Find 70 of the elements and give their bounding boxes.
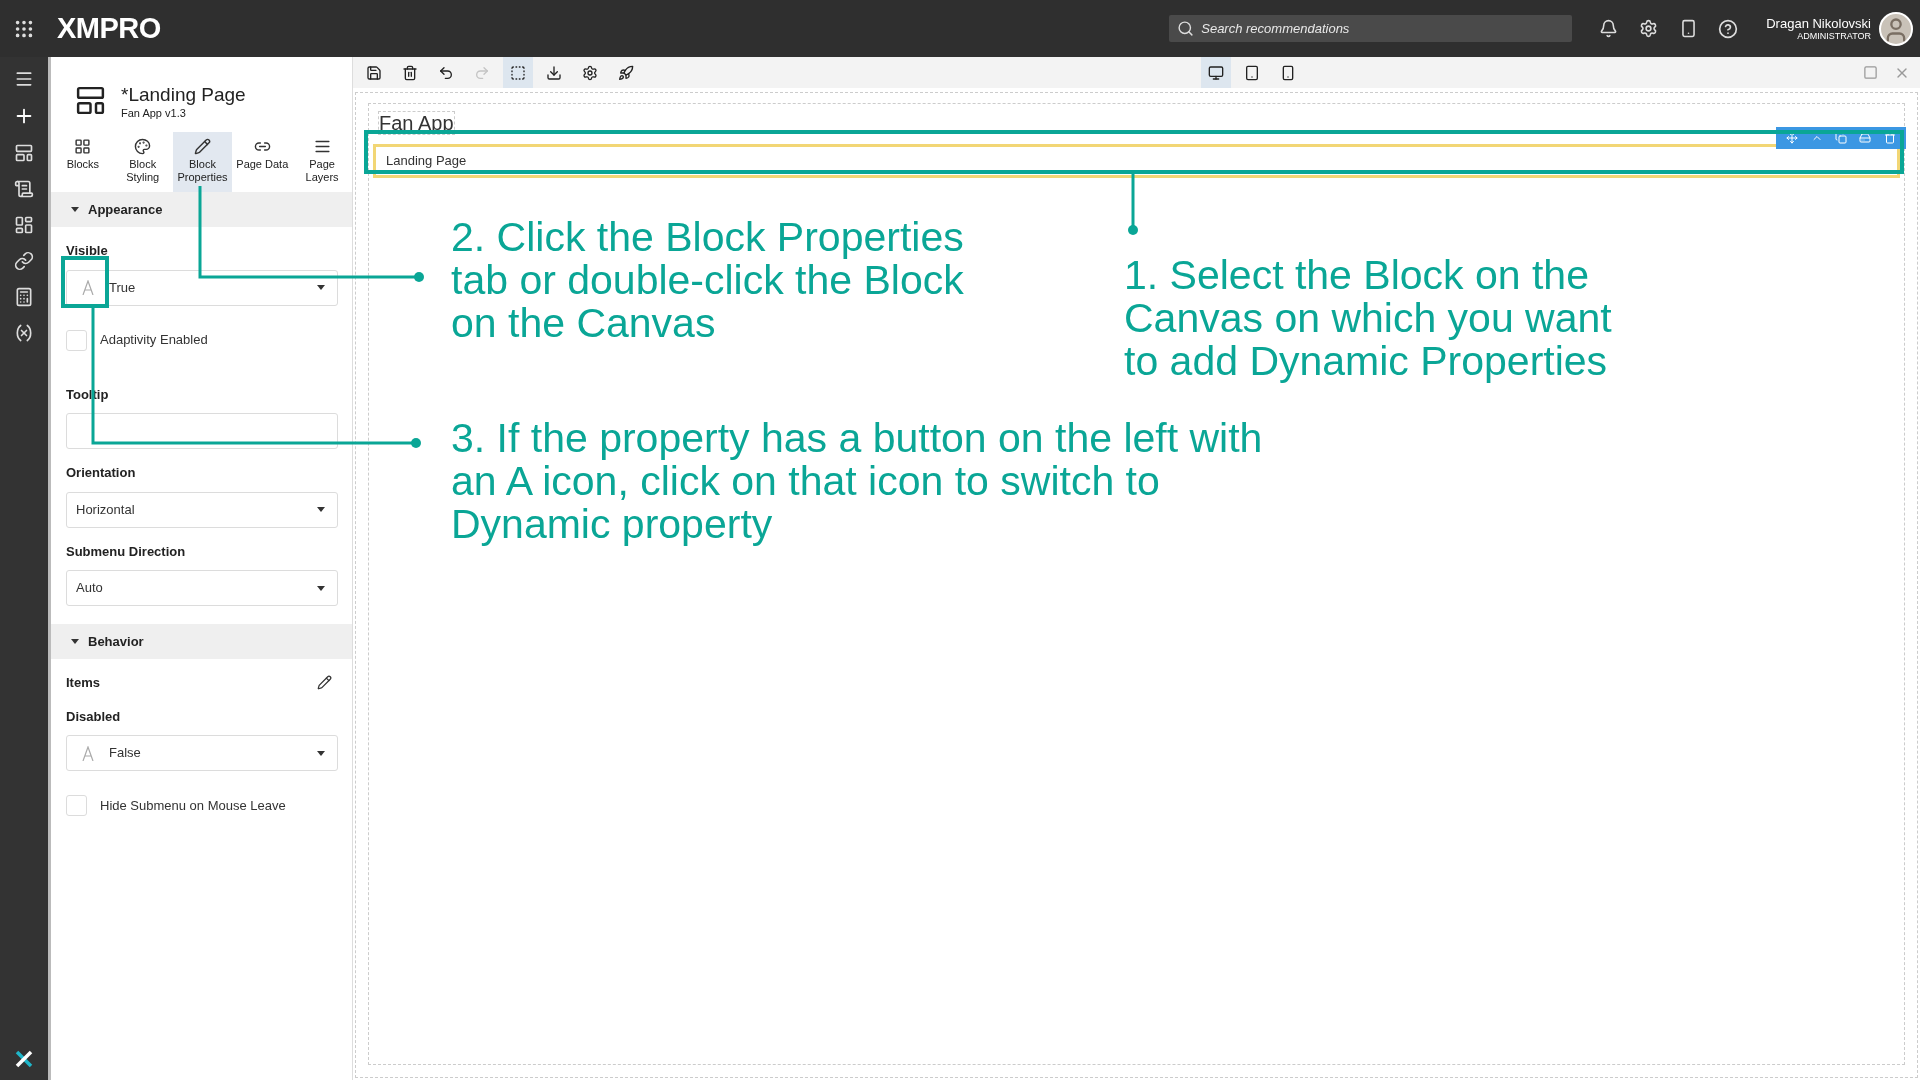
page-layout-icon[interactable] xyxy=(14,143,34,163)
caret-icon xyxy=(317,507,325,512)
annotation-text: 3. If the property has a button on the left with an A icon, click on that icon to switch to Dynamic property xyxy=(451,417,1264,546)
page-icon xyxy=(74,84,107,117)
grid-icon xyxy=(74,138,92,155)
move-icon[interactable] xyxy=(1786,132,1799,144)
leader-line xyxy=(1128,173,1138,235)
caret-icon xyxy=(317,750,325,756)
select-value: False xyxy=(109,744,142,763)
search-icon xyxy=(1177,20,1195,37)
link-icon[interactable] xyxy=(14,251,34,271)
panel-tab[interactable]: Blocks xyxy=(53,132,113,192)
avatar[interactable] xyxy=(1879,11,1913,46)
checkbox-label: Hide Submenu on Mouse Leave xyxy=(100,796,286,815)
settings-icon[interactable] xyxy=(1639,19,1659,38)
highlight-frame xyxy=(61,256,109,308)
section-header[interactable]: Appearance xyxy=(51,192,352,227)
device-view-button[interactable] xyxy=(1201,57,1231,88)
caret-icon xyxy=(317,285,325,290)
caret-icon xyxy=(71,207,79,212)
help-icon[interactable] xyxy=(1718,18,1739,39)
notification-bell-icon[interactable] xyxy=(1599,19,1619,38)
caret-icon xyxy=(317,585,325,591)
checkbox[interactable] xyxy=(66,329,87,351)
property-label: Submenu Direction xyxy=(66,542,187,561)
tablet-icon xyxy=(1244,64,1260,81)
scroll-icon[interactable] xyxy=(14,179,34,199)
select-value: Horizontal xyxy=(76,500,136,519)
letter-a-icon xyxy=(82,280,94,295)
palette-icon xyxy=(134,138,152,155)
user-name: Dragan Nikolovski xyxy=(1766,15,1871,31)
panel-tab[interactable]: Block Styling xyxy=(112,132,173,192)
letter-a-icon xyxy=(82,745,94,761)
select-value: True xyxy=(109,278,137,297)
caret-icon xyxy=(71,639,79,644)
annotation-text: 1. Select the Block on the Canvas on which you want to add Dynamic Properties xyxy=(1124,254,1613,383)
lines-icon xyxy=(313,138,331,155)
user-role: ADMINISTRATOR xyxy=(1797,30,1871,42)
desktop-icon xyxy=(1208,64,1224,81)
phone-icon xyxy=(1280,64,1296,81)
edit-icon[interactable] xyxy=(317,675,332,691)
panel-tab[interactable]: Page Layers xyxy=(292,132,352,192)
annotation-text: 2. Click the Block Properties tab or double-click the Block on the Canvas xyxy=(451,216,965,345)
property-label: Items xyxy=(66,674,100,692)
checkbox-label: Adaptivity Enabled xyxy=(100,331,208,350)
menu-icon[interactable] xyxy=(14,69,34,89)
page-subtitle: Fan App v1.3 xyxy=(121,106,187,121)
select-value: Auto xyxy=(76,579,104,598)
search-field[interactable]: Search recommendations xyxy=(1169,15,1573,42)
select-field[interactable]: Horizontal xyxy=(66,491,338,528)
select-field[interactable]: Auto xyxy=(66,570,338,606)
checkbox[interactable] xyxy=(66,795,87,816)
select-field[interactable]: False xyxy=(66,735,338,771)
app-logo-icon[interactable] xyxy=(15,1050,33,1068)
calculator-icon[interactable] xyxy=(14,287,34,307)
property-label: Disabled xyxy=(66,707,122,726)
delete-icon[interactable] xyxy=(1883,132,1896,144)
panel-tab[interactable]: Block Properties xyxy=(172,132,233,192)
property-label: Visible xyxy=(66,242,109,260)
page-title: *Landing Page xyxy=(121,84,246,105)
logo: XMPRO xyxy=(57,10,161,46)
tooltip-input-field[interactable] xyxy=(66,413,338,449)
select-field[interactable]: True xyxy=(66,269,338,306)
section-header[interactable]: Behavior xyxy=(51,624,352,659)
search-input[interactable]: Search recommendations xyxy=(1201,18,1565,39)
variable-icon[interactable] xyxy=(14,323,34,343)
panel-tab[interactable]: Page Data xyxy=(232,132,293,192)
blocks-grid-icon[interactable] xyxy=(14,215,34,235)
pencil-icon xyxy=(194,138,211,155)
property-label: Orientation xyxy=(66,464,137,482)
